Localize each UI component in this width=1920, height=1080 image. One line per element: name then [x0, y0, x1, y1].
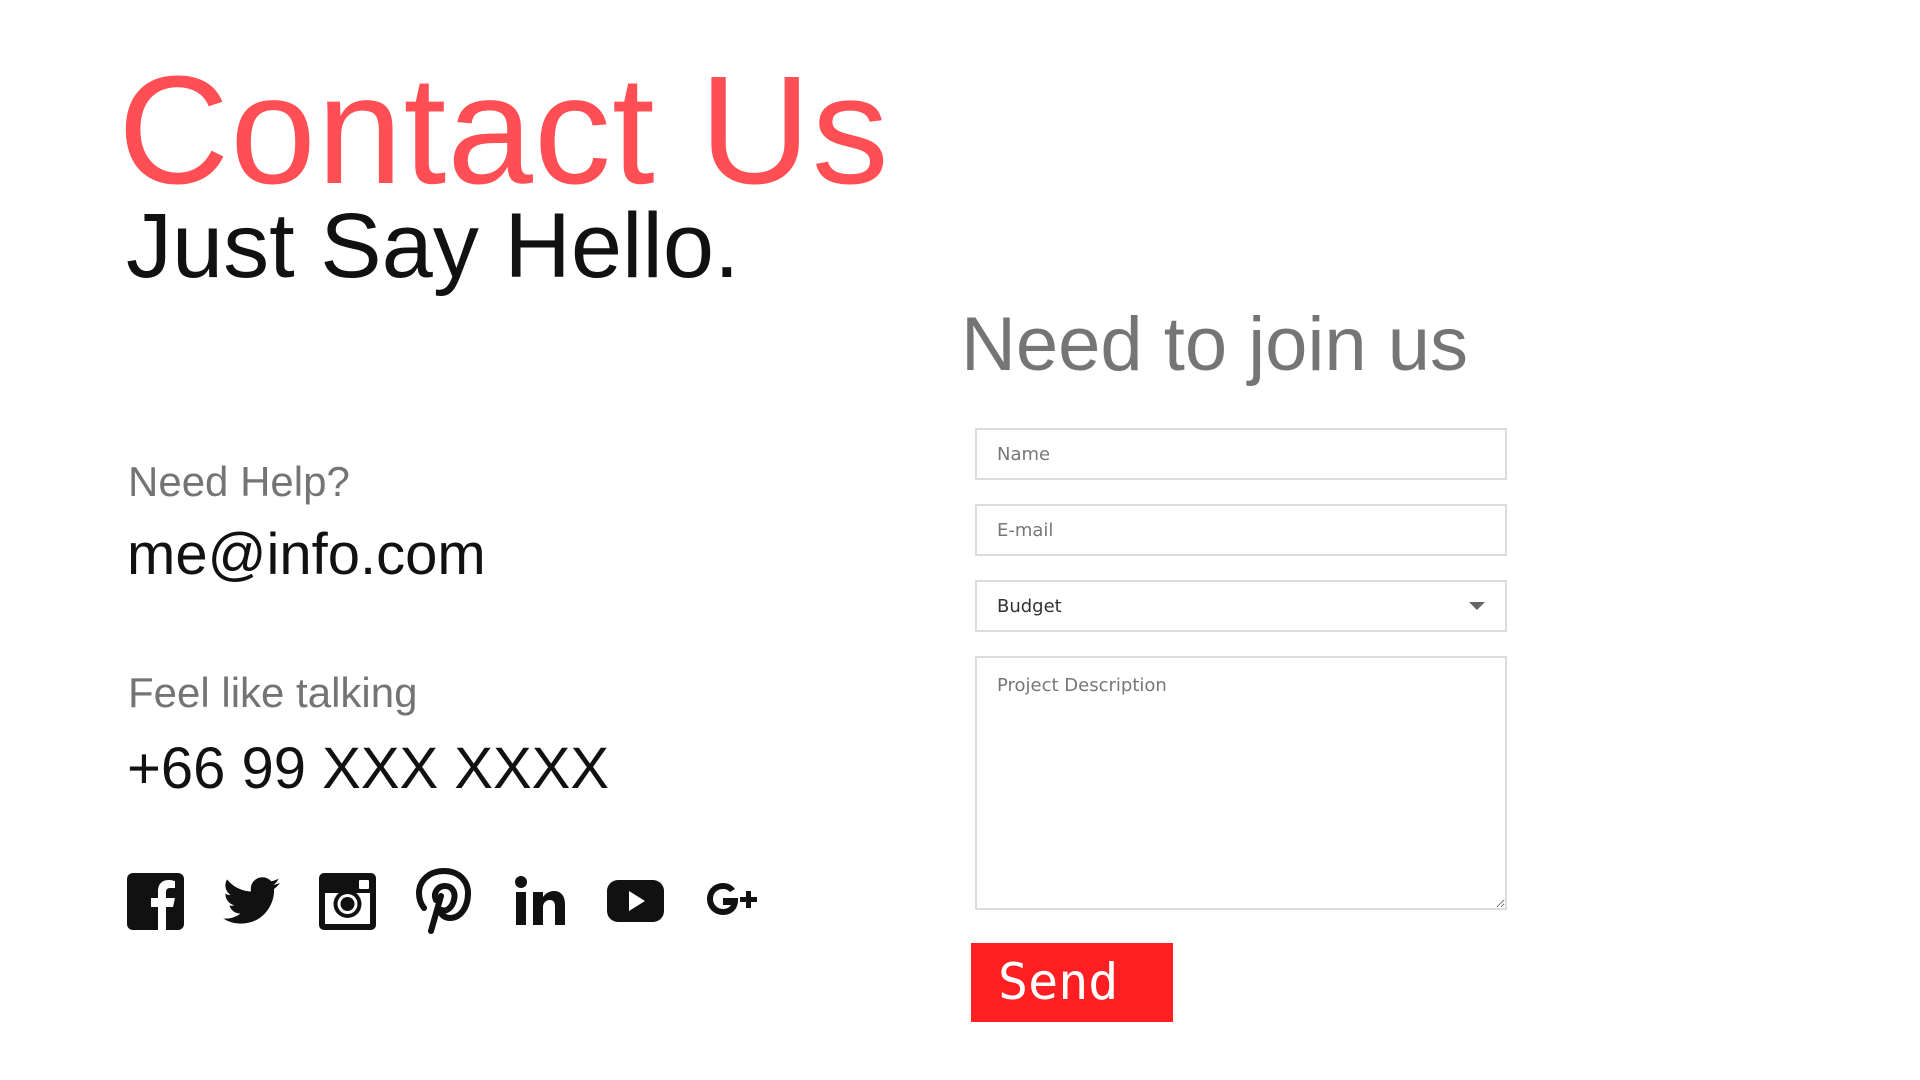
pinterest-icon [415, 868, 472, 934]
budget-selected-value: Budget [997, 595, 1062, 617]
facebook-link[interactable] [127, 868, 184, 934]
email-input[interactable] [975, 504, 1507, 556]
form-title: Need to join us [961, 302, 1468, 387]
pinterest-link[interactable] [415, 868, 472, 934]
talk-label: Feel like talking [128, 669, 418, 716]
budget-select[interactable]: Budget [975, 580, 1507, 632]
contact-phone[interactable]: +66 99 XXX XXXX [127, 736, 609, 802]
youtube-link[interactable] [607, 868, 664, 934]
name-input[interactable] [975, 428, 1507, 480]
contact-page: Contact Us Just Say Hello. Need Help? me… [0, 0, 1920, 1080]
contact-email[interactable]: me@info.com [127, 522, 486, 588]
page-title: Contact Us [118, 44, 890, 216]
google-plus-icon [706, 883, 757, 915]
send-button[interactable]: Send [971, 943, 1173, 1022]
chevron-down-icon [1469, 602, 1485, 610]
help-label: Need Help? [128, 458, 350, 505]
page-subtitle: Just Say Hello. [126, 195, 740, 297]
instagram-icon [319, 872, 376, 930]
youtube-icon [607, 880, 664, 922]
project-description-textarea[interactable] [975, 656, 1507, 910]
social-links [127, 868, 760, 934]
linkedin-link[interactable] [511, 868, 568, 934]
facebook-icon [127, 872, 184, 930]
twitter-icon [223, 877, 280, 924]
linkedin-icon [514, 876, 565, 925]
twitter-link[interactable] [223, 868, 280, 934]
google-plus-link[interactable] [703, 868, 760, 934]
instagram-link[interactable] [319, 868, 376, 934]
